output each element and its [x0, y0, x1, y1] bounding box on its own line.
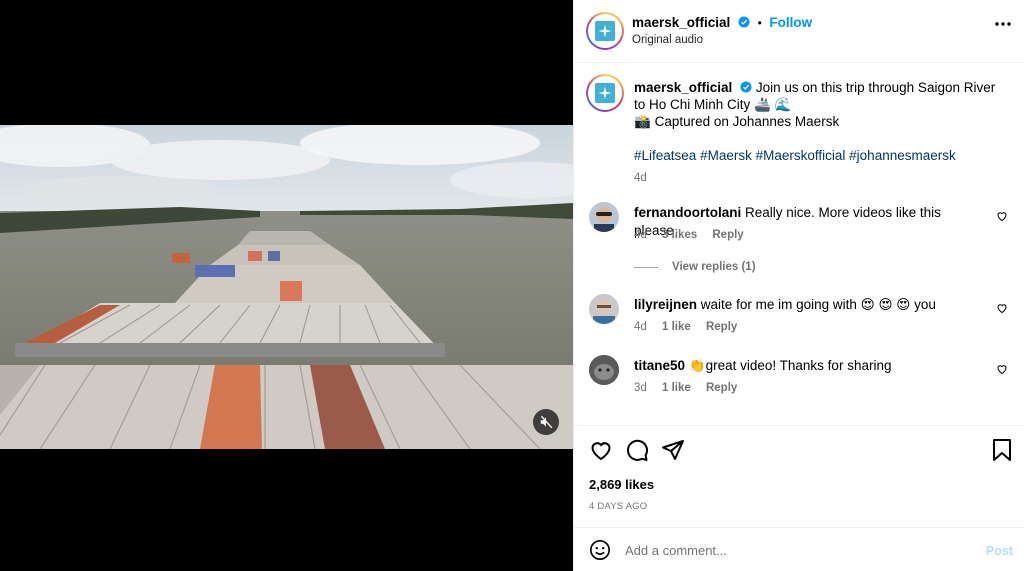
heart-icon[interactable] [996, 302, 1008, 314]
caption-emoji: 🚢 🌊 [754, 97, 792, 112]
divider [634, 266, 658, 268]
follow-button[interactable]: Follow [769, 15, 812, 30]
avatar[interactable] [589, 202, 619, 232]
comment-likes[interactable]: 3 likes [662, 229, 697, 241]
comment-text: titane50 👏great video! Thanks for sharin… [634, 357, 984, 375]
video-frame [0, 125, 573, 449]
audio-label[interactable]: Original audio [632, 34, 703, 46]
comment-body: waite for me im going with [700, 297, 857, 312]
comment-username[interactable]: titane50 [634, 358, 685, 373]
view-replies-label: View replies (1) [672, 261, 756, 273]
mute-button[interactable] [533, 409, 559, 435]
mute-icon [540, 415, 553, 429]
reply-button[interactable]: Reply [712, 229, 743, 241]
save-icon[interactable] [991, 438, 1013, 462]
comment-icon[interactable] [625, 438, 649, 462]
emoji-icon[interactable] [589, 539, 611, 561]
header-username[interactable]: maersk_official [632, 15, 730, 30]
comment-body: great video! Thanks for sharing [705, 358, 892, 373]
avatar[interactable] [589, 355, 619, 385]
more-icon[interactable] [995, 22, 1011, 26]
view-replies-button[interactable]: View replies (1) [634, 261, 756, 273]
comment-time[interactable]: 3d [634, 382, 647, 394]
verified-icon [738, 16, 750, 28]
heart-icon[interactable] [996, 363, 1008, 375]
reply-button[interactable]: Reply [706, 382, 737, 394]
post-date[interactable]: 4 DAYS AGO [589, 501, 647, 512]
comment-meta: 3d 1 like Reply [634, 382, 749, 394]
post-sidebar: maersk_official • Follow Original audio … [573, 0, 1024, 571]
post-button[interactable]: Post [986, 544, 1013, 558]
comment-likes[interactable]: 1 like [662, 321, 691, 333]
caption-captured: Captured on Johannes Maersk [654, 114, 840, 129]
heart-icon[interactable] [996, 210, 1008, 222]
media-panel [0, 0, 573, 571]
separator-dot: • [757, 16, 762, 30]
action-bar: 2,869 likes 4 DAYS AGO [574, 425, 1024, 527]
hashtag-link[interactable]: #Maersk [700, 148, 752, 163]
comments-list[interactable]: maersk_official Join us on this trip thr… [574, 64, 1024, 425]
maersk-star-icon [595, 21, 615, 41]
avatar[interactable] [586, 12, 624, 50]
reply-button[interactable]: Reply [706, 321, 737, 333]
post-header: maersk_official • Follow Original audio [574, 0, 1024, 63]
hashtag-link[interactable]: #johannesmaersk [849, 148, 956, 163]
comment-username[interactable]: lilyreijnen [634, 297, 697, 312]
comment-username[interactable]: fernandoortolani [634, 205, 741, 220]
caption-username[interactable]: maersk_official [634, 80, 732, 95]
heart-icon[interactable] [589, 438, 613, 462]
comment-meta: 4d 1 like Reply [634, 321, 749, 333]
instagram-post: maersk_official • Follow Original audio … [0, 0, 1024, 571]
comment-emojis: 😍 😍 😍 [860, 297, 911, 312]
likes-count[interactable]: 2,869 likes [589, 477, 654, 492]
clap-emoji: 👏 [688, 358, 706, 373]
hashtag-link[interactable]: #Maerskofficial [756, 148, 846, 163]
add-comment-bar: Post [574, 527, 1024, 571]
comment-time[interactable]: 4d [634, 321, 647, 333]
camera-emoji: 📸 [634, 114, 651, 129]
share-icon[interactable] [661, 438, 685, 462]
avatar[interactable] [589, 294, 619, 324]
comment-text: lilyreijnen waite for me im going with 😍… [634, 296, 984, 314]
comment-body-after: you [914, 297, 936, 312]
caption-avatar[interactable] [586, 74, 624, 112]
comment-input[interactable] [625, 541, 955, 559]
caption: maersk_official Join us on this trip thr… [634, 79, 1004, 187]
hashtag-link[interactable]: #Lifeatsea [634, 148, 696, 163]
comment-likes[interactable]: 1 like [662, 382, 691, 394]
comment-time[interactable]: 4d [634, 229, 647, 241]
video-player[interactable] [0, 125, 573, 449]
caption-time[interactable]: 4d [634, 170, 647, 187]
comment-meta: 4d 3 likes Reply [634, 229, 756, 241]
maersk-star-icon [595, 83, 615, 103]
verified-icon [740, 81, 752, 93]
